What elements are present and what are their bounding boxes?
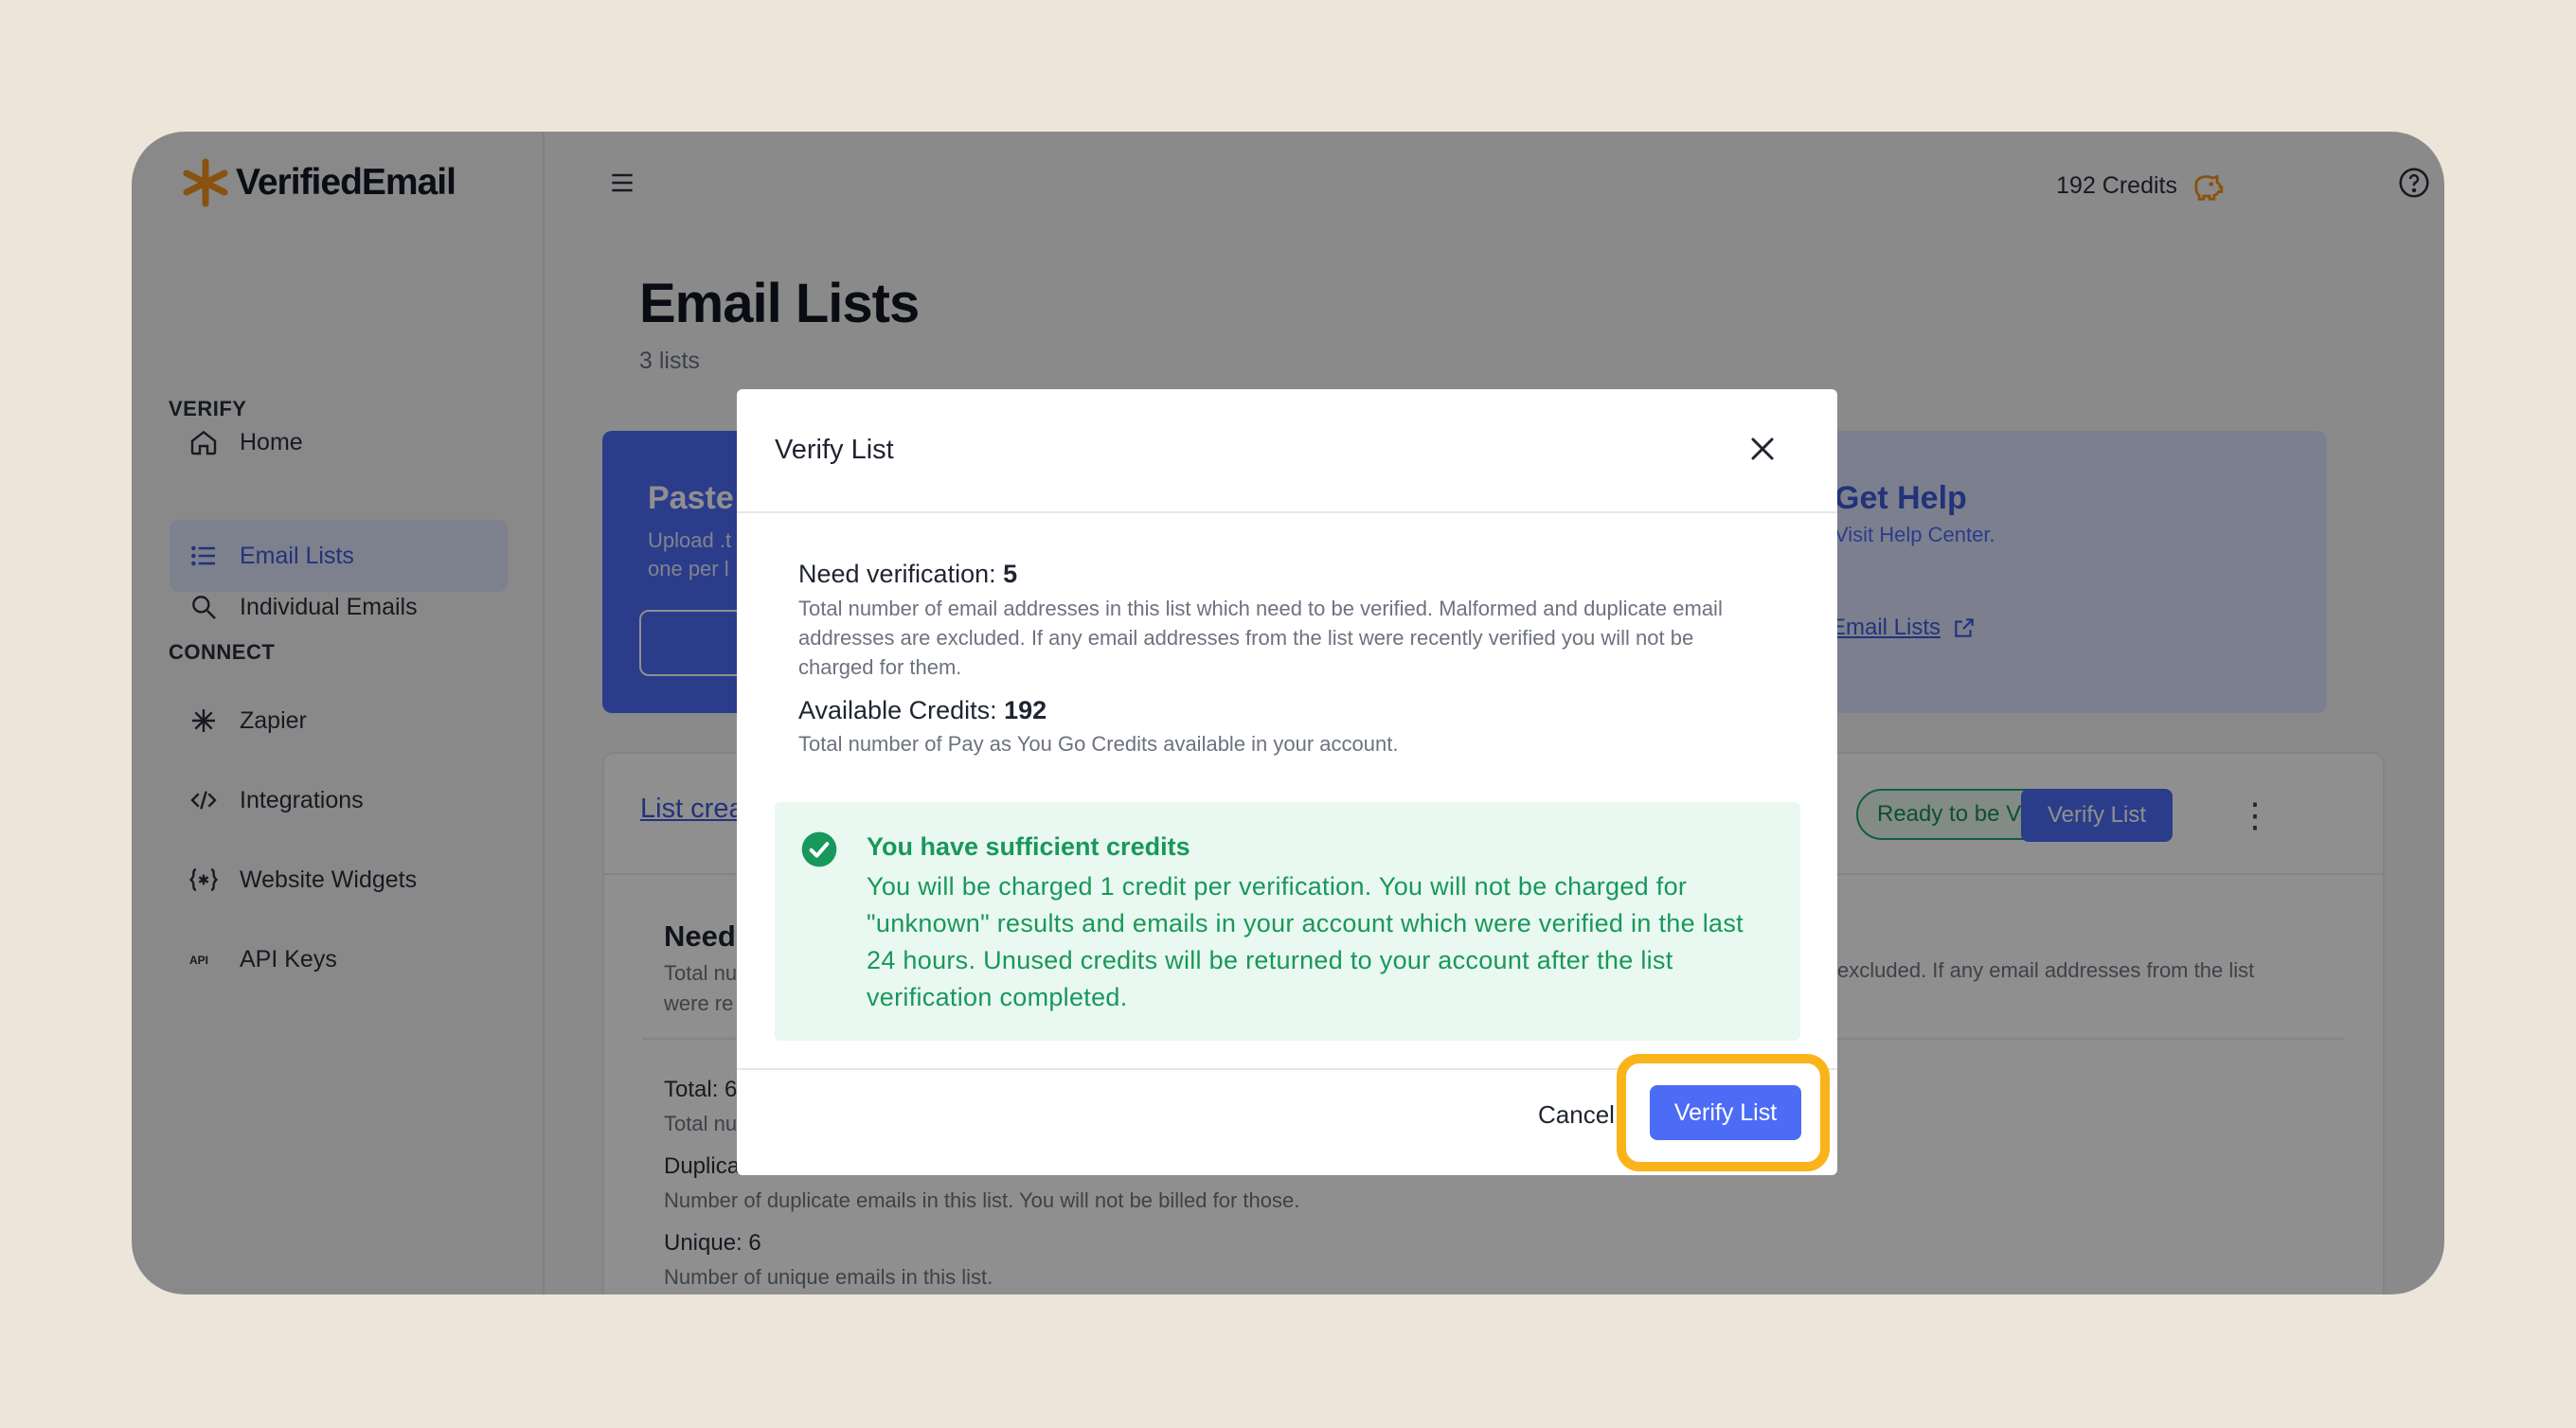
sufficient-credits-alert: You have sufficient credits You will be … (775, 802, 1800, 1041)
divider (737, 511, 1837, 513)
verify-list-modal: Verify List Need verification: 5 Total n… (737, 389, 1837, 1175)
modal-title: Verify List (775, 435, 894, 465)
need-verification-value: 5 (1003, 560, 1018, 588)
cancel-button[interactable]: Cancel (1538, 1100, 1615, 1130)
available-credits-line: Available Credits: 192 (798, 696, 1046, 725)
check-circle-icon (801, 831, 837, 867)
available-credits-value: 192 (1004, 696, 1047, 724)
alert-body: You will be charged 1 credit per verific… (867, 872, 1744, 1011)
need-verification-label: Need verification: (798, 560, 1004, 588)
confirm-verify-list-button[interactable]: Verify List (1650, 1085, 1801, 1140)
available-credits-desc: Total number of Pay as You Go Credits av… (798, 732, 1399, 756)
need-verification-desc: Total number of email addresses in this … (798, 597, 1723, 679)
need-verification-line: Need verification: 5 (798, 560, 1017, 589)
available-credits-label: Available Credits: (798, 696, 1005, 724)
close-icon[interactable] (1748, 435, 1777, 463)
alert-title: You have sufficient credits (867, 832, 1190, 861)
